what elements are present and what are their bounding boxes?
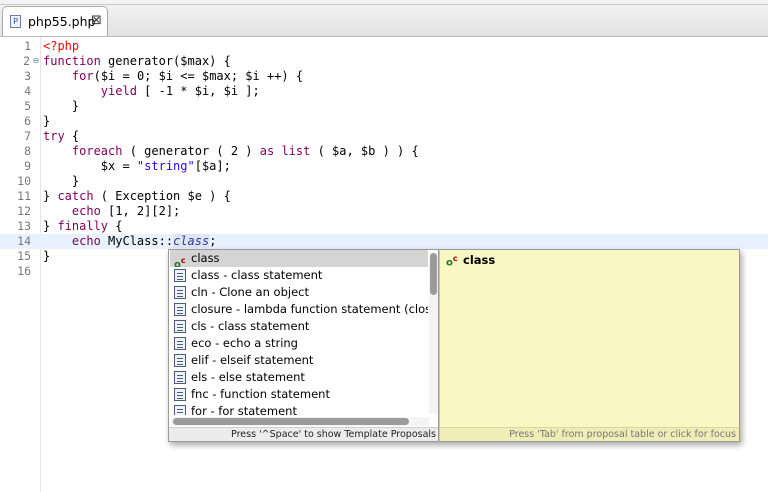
line-number: 6 <box>24 114 31 128</box>
proposal-item[interactable]: class - class statement <box>170 267 428 284</box>
proposal-item[interactable]: eco - echo a string <box>170 335 428 352</box>
line-number: 4 <box>24 84 31 98</box>
proposal-label: cls - class statement <box>191 319 310 333</box>
template-icon <box>174 320 186 333</box>
code-text: } <box>43 249 51 263</box>
line-number: 2 <box>23 54 30 68</box>
code-text: echo MyClass::class; <box>71 234 217 248</box>
code-text: } <box>43 114 51 128</box>
code-line-6[interactable]: 6 } <box>0 114 768 129</box>
proposal-label: class <box>191 251 220 265</box>
line-number: 14 <box>17 234 31 248</box>
proposal-label: els - else statement <box>191 370 305 384</box>
proposal-item[interactable]: cls - class statement <box>170 318 428 335</box>
php-file-icon: P <box>10 15 21 28</box>
vertical-scrollbar[interactable] <box>429 252 438 414</box>
close-icon[interactable]: ⊠ <box>91 13 102 28</box>
template-icon <box>174 303 186 316</box>
template-icon <box>174 354 186 367</box>
proposal-label: for - for statement <box>191 404 297 415</box>
proposal-info-panel[interactable]: oc class Press 'Tab' from proposal table… <box>439 249 740 442</box>
class-keyword-icon: oc <box>446 254 458 269</box>
class-keyword-highlight: class <box>173 234 210 248</box>
tab-php55[interactable]: P php55.php ⊠ <box>2 6 108 36</box>
horizontal-scrollbar[interactable] <box>171 417 429 426</box>
code-text: echo [1, 2][2]; <box>71 204 181 218</box>
code-text: for($i = 0; $i <= $max; $i ++) { <box>71 69 304 83</box>
line-number: 11 <box>17 189 31 203</box>
code-line-11[interactable]: 11 } catch ( Exception $e ) { <box>0 189 768 204</box>
code-text: } <box>71 99 80 113</box>
template-icon <box>174 286 186 299</box>
proposal-item[interactable]: closure - lambda function statement (clo… <box>170 301 428 318</box>
code-text: } finally { <box>43 219 123 233</box>
line-number: 15 <box>17 249 31 263</box>
template-icon <box>174 371 186 384</box>
line-number: 5 <box>24 99 31 113</box>
proposal-label: cln - Clone an object <box>191 285 309 299</box>
proposal-label: fnc - function statement <box>191 387 330 401</box>
line-number: 8 <box>24 144 31 158</box>
proposal-list-panel[interactable]: oc class class - class statement cln - C… <box>168 249 439 442</box>
fold-collapse-icon[interactable]: ⊖ <box>32 55 40 67</box>
line-number: 16 <box>17 264 31 278</box>
class-keyword-icon: oc <box>174 256 186 267</box>
template-icon <box>174 269 186 282</box>
editor-tab-bar: P php55.php ⊠ <box>0 0 768 37</box>
horizontal-scroll-thumb[interactable] <box>173 418 409 425</box>
vertical-scroll-thumb[interactable] <box>430 253 437 295</box>
code-text: <?php <box>43 39 80 53</box>
proposal-item[interactable]: for - for statement <box>170 403 428 415</box>
line-number: 9 <box>24 159 31 173</box>
code-text: yield [ -1 * $i, $i ]; <box>100 84 260 98</box>
code-completion-popup[interactable]: oc class class - class statement cln - C… <box>168 249 740 442</box>
code-text: foreach ( generator ( 2 ) as list ( $a, … <box>71 144 419 158</box>
code-text: function generator($max) { <box>43 54 231 68</box>
proposal-item[interactable]: els - else statement <box>170 369 428 386</box>
proposal-label: class - class statement <box>191 268 323 282</box>
proposal-item[interactable]: fnc - function statement <box>170 386 428 403</box>
code-line-9[interactable]: 9 $x = "string"[$a]; <box>0 159 768 174</box>
proposal-list-status[interactable]: Press '^Space' to show Template Proposal… <box>169 427 438 441</box>
code-text: try { <box>43 129 80 143</box>
proposal-info-title: class <box>463 253 496 267</box>
code-line-10[interactable]: 10 } <box>0 174 768 189</box>
tab-bar-top-border <box>0 4 768 5</box>
line-number: 12 <box>17 204 31 218</box>
proposal-item-selected[interactable]: oc class <box>170 250 428 267</box>
code-line-1[interactable]: 1 <?php <box>0 39 768 54</box>
code-line-4[interactable]: 4 yield [ -1 * $i, $i ]; <box>0 84 768 99</box>
template-icon <box>174 388 186 401</box>
proposal-label: closure - lambda function statement (clo… <box>191 302 428 316</box>
code-line-2[interactable]: 2 ⊖ function generator($max) { <box>0 54 768 69</box>
proposal-item[interactable]: elif - elseif statement <box>170 352 428 369</box>
template-icon <box>174 405 186 415</box>
code-line-8[interactable]: 8 foreach ( generator ( 2 ) as list ( $a… <box>0 144 768 159</box>
code-text: } <box>71 174 80 188</box>
proposal-label: elif - elseif statement <box>191 353 314 367</box>
line-number: 1 <box>24 39 31 53</box>
line-number: 13 <box>17 219 31 233</box>
code-line-13[interactable]: 13 } finally { <box>0 219 768 234</box>
tab-label: php55.php <box>28 14 96 29</box>
code-line-5[interactable]: 5 } <box>0 99 768 114</box>
code-line-12[interactable]: 12 echo [1, 2][2]; <box>0 204 768 219</box>
line-number: 3 <box>24 69 31 83</box>
code-text: } catch ( Exception $e ) { <box>43 189 231 203</box>
line-number: 10 <box>17 174 31 188</box>
code-line-7[interactable]: 7 try { <box>0 129 768 144</box>
proposal-label: eco - echo a string <box>191 336 298 350</box>
line-number: 7 <box>24 129 31 143</box>
proposal-list[interactable]: oc class class - class statement cln - C… <box>170 250 428 415</box>
proposal-item[interactable]: cln - Clone an object <box>170 284 428 301</box>
code-text: $x = "string"[$a]; <box>100 159 231 173</box>
proposal-info-status[interactable]: Press 'Tab' from proposal table or click… <box>440 427 739 441</box>
code-line-3[interactable]: 3 for($i = 0; $i <= $max; $i ++) { <box>0 69 768 84</box>
template-icon <box>174 337 186 350</box>
code-line-14-current[interactable]: 14 echo MyClass::class; <box>0 234 768 249</box>
